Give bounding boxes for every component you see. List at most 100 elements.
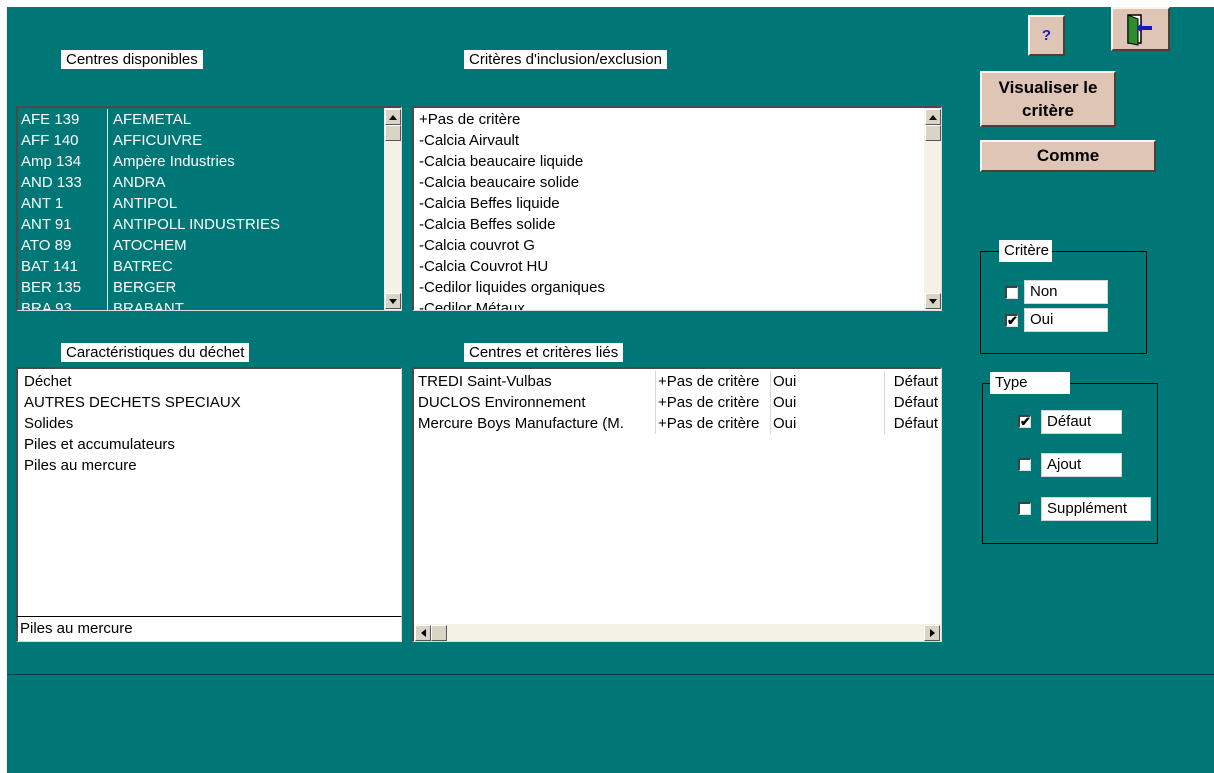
critere-list-item[interactable]: -Calcia beaucaire solide (419, 172, 924, 193)
centres-scrollbar[interactable] (384, 108, 401, 310)
centre-list-item[interactable]: ANT 91 ANTIPOLL INDUSTRIES (18, 214, 384, 235)
arrow-up-icon (929, 114, 937, 120)
arrow-down-icon (929, 298, 937, 304)
checkbox-oui[interactable]: ✔ (1005, 314, 1018, 327)
caracteristiques-dechet-label: Caractéristiques du déchet (61, 343, 250, 362)
table-row[interactable]: TREDI Saint-Vulbas +Pas de critère Oui Défa… (414, 371, 941, 392)
centre-name: ANDRA (113, 174, 166, 191)
criteres-inclusion-label: Critères d'inclusion/exclusion (464, 50, 667, 69)
critere-list-item[interactable]: -Cedilor Métaux (419, 298, 924, 310)
scroll-left-button[interactable] (415, 625, 431, 641)
centre-code: AND 133 (21, 172, 108, 193)
centres-criteres-lies-label: Centres et critères liés (464, 343, 624, 362)
caracteristiques-footer: Piles au mercure (16, 616, 402, 642)
critere-list-item[interactable]: -Calcia Beffes liquide (419, 193, 924, 214)
hscroll-thumb[interactable] (431, 625, 447, 641)
valeur-cell: Oui (770, 392, 882, 413)
arrow-up-icon (389, 114, 397, 120)
centres-disponibles-label: Centres disponibles (61, 50, 203, 69)
centre-code: BER 135 (21, 277, 108, 298)
status-separator (7, 674, 1214, 675)
checkbox-dfaut[interactable]: ✔ (1018, 415, 1031, 428)
comme-label: Comme (1036, 146, 1100, 165)
criteres-rows: +Pas de critère -Calcia Airvault -Calcia b… (419, 109, 924, 310)
visualiser-critere-button[interactable]: Visualiser le critère (980, 71, 1116, 127)
critere-list-item[interactable]: +Pas de critère (419, 109, 924, 130)
centres-rows: AFE 139 AFEMETAL AFF 140 AFFICUIVRE Amp 134 A… (18, 109, 384, 311)
centre-list-item[interactable]: BER 135 BERGER (18, 277, 384, 298)
centre-name: BRABANT (113, 300, 184, 311)
comme-button[interactable]: Comme (980, 140, 1156, 172)
type-cell: Défaut (884, 392, 940, 413)
table-row[interactable]: Mercure Boys Manufacture (M. +Pas de crit… (414, 413, 941, 434)
checkbox-supplment[interactable] (1018, 502, 1031, 515)
checkbox-ajout[interactable] (1018, 458, 1031, 471)
centre-name: ANTIPOLL INDUSTRIES (113, 216, 280, 233)
criteres-list[interactable]: +Pas de critère -Calcia Airvault -Calcia b… (412, 106, 942, 311)
checkbox-non[interactable] (1005, 286, 1018, 299)
critere-list-item[interactable]: -Calcia Couvrot HU (419, 256, 924, 277)
centre-name: BATREC (113, 258, 173, 275)
visualiser-label-line1: Visualiser le (998, 78, 1098, 97)
centres-lies-grid[interactable]: TREDI Saint-Vulbas +Pas de critère Oui Défa… (412, 367, 942, 642)
critere-list-item[interactable]: -Calcia Beffes solide (419, 214, 924, 235)
critere-cell: +Pas de critère (655, 413, 770, 434)
scroll-up-button[interactable] (385, 109, 401, 125)
centre-code: AFF 140 (21, 130, 108, 151)
centre-cell: DUCLOS Environnement (418, 394, 586, 411)
scroll-up-button[interactable] (925, 109, 941, 125)
main-window: Centres disponibles Critères d'inclusion… (7, 7, 1214, 773)
centre-list-item[interactable]: Amp 134 Ampère Industries (18, 151, 384, 172)
scroll-down-button[interactable] (385, 293, 401, 309)
centre-code: ANT 1 (21, 193, 108, 214)
arrow-down-icon (389, 298, 397, 304)
caracteristique-item: Piles au mercure (24, 457, 137, 474)
type-cell: Défaut (884, 413, 940, 434)
centre-code: Amp 134 (21, 151, 108, 172)
criteres-scrollbar[interactable] (924, 108, 941, 310)
centre-list-item[interactable]: AFE 139 AFEMETAL (18, 109, 384, 130)
centre-name: AFEMETAL (113, 111, 192, 128)
caracteristique-item: Piles et accumulateurs (24, 436, 175, 453)
critere-list-item[interactable]: -Calcia beaucaire liquide (419, 151, 924, 172)
centre-list-item[interactable]: ANT 1 ANTIPOL (18, 193, 384, 214)
centre-name: ANTIPOL (113, 195, 178, 212)
help-button[interactable]: ? (1028, 15, 1065, 56)
caracteristique-item: AUTRES DECHETS SPECIAUX (24, 394, 241, 411)
centre-list-item[interactable]: ATO 89 ATOCHEM (18, 235, 384, 256)
question-mark-icon: ? (1041, 27, 1052, 44)
scroll-right-button[interactable] (924, 625, 940, 641)
valeur-cell: Oui (770, 413, 882, 434)
checkbox-label: Défaut (1041, 410, 1122, 434)
scroll-thumb[interactable] (385, 125, 401, 141)
centres-list[interactable]: AFE 139 AFEMETAL AFF 140 AFFICUIVRE Amp 134 A… (16, 106, 402, 311)
checkbox-label: Ajout (1041, 453, 1122, 477)
centre-name: ATOCHEM (113, 237, 187, 254)
table-row[interactable]: DUCLOS Environnement +Pas de critère Oui Dé… (414, 392, 941, 413)
centre-code: BAT 141 (21, 256, 108, 277)
centre-name: Ampère Industries (113, 153, 235, 170)
caracteristiques-list[interactable]: Déchet AUTRES DECHETS SPECIAUX Solides Pile… (16, 367, 402, 642)
centre-cell: TREDI Saint-Vulbas (418, 373, 552, 390)
exit-door-icon (1126, 14, 1152, 46)
centre-name: BERGER (113, 279, 177, 296)
critere-group-title: Critère (999, 240, 1052, 262)
critere-list-item[interactable]: -Calcia couvrot G (419, 235, 924, 256)
centre-list-item[interactable]: BAT 141 BATREC (18, 256, 384, 277)
critere-cell: +Pas de critère (655, 392, 770, 413)
checkbox-label: Supplément (1041, 497, 1151, 521)
checkbox-label: Oui (1024, 308, 1108, 332)
centres-lies-hscrollbar[interactable] (414, 624, 941, 641)
centre-list-item[interactable]: AND 133 ANDRA (18, 172, 384, 193)
centre-code: AFE 139 (21, 109, 108, 130)
scroll-down-button[interactable] (925, 293, 941, 309)
caracteristique-item: Déchet (24, 373, 72, 390)
critere-list-item[interactable]: -Calcia Airvault (419, 130, 924, 151)
centre-code: BRA 93 (21, 298, 108, 310)
critere-list-item[interactable]: -Cedilor liquides organiques (419, 277, 924, 298)
arrow-left-icon (420, 629, 426, 637)
exit-button[interactable] (1111, 7, 1170, 51)
centre-list-item[interactable]: AFF 140 AFFICUIVRE (18, 130, 384, 151)
centre-list-item[interactable]: BRA 93 BRABANT (18, 298, 384, 311)
scroll-thumb[interactable] (925, 125, 941, 141)
